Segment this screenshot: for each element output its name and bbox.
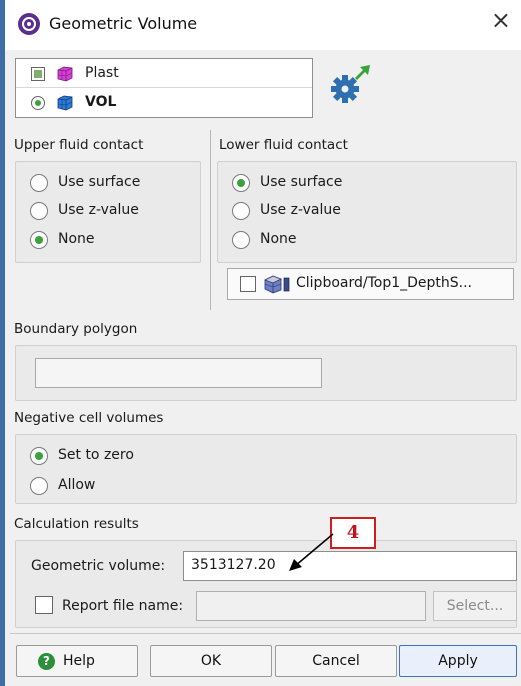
lower-use-surface-label: Use surface	[260, 174, 343, 190]
help-icon: ?	[38, 653, 55, 670]
button-bar-separator	[10, 633, 521, 634]
list-item-vol[interactable]: VOL	[16, 88, 312, 117]
upper-use-surface-label: Use surface	[58, 174, 141, 190]
lower-use-z-value-label: Use z-value	[260, 202, 341, 218]
upper-use-z-value-label: Use z-value	[58, 202, 139, 218]
gear-icon[interactable]	[325, 62, 373, 108]
set-to-zero-radio[interactable]	[30, 447, 48, 465]
grid-cube-icon	[57, 95, 73, 111]
lower-fluid-contact-title: Lower fluid contact	[219, 137, 348, 153]
object-list: Plast VOL	[15, 58, 313, 118]
geometric-volume-field[interactable]: 3513127.20	[183, 551, 517, 581]
allow-label: Allow	[58, 477, 96, 493]
surface-checkbox[interactable]	[240, 276, 256, 292]
geometric-volume-label: Geometric volume:	[31, 558, 166, 574]
lower-none-label: None	[260, 231, 297, 247]
upper-fluid-contact-title: Upper fluid contact	[14, 137, 144, 153]
allow-radio[interactable]	[30, 477, 48, 495]
report-file-label: Report file name:	[62, 598, 184, 614]
set-to-zero-label: Set to zero	[58, 447, 134, 463]
lower-use-surface-radio[interactable]	[232, 174, 250, 192]
boundary-polygon-title: Boundary polygon	[14, 321, 138, 337]
lower-fluid-contact-group: Use surface Use z-value None	[217, 161, 517, 263]
vol-radio[interactable]	[31, 96, 45, 110]
report-file-field[interactable]	[196, 591, 426, 621]
cancel-button[interactable]: Cancel	[275, 645, 397, 677]
boundary-polygon-drop-field[interactable]	[35, 358, 322, 388]
surface-drop-target[interactable]: Clipboard/Top1_DepthS...	[227, 268, 514, 300]
upper-none-radio[interactable]	[30, 231, 48, 249]
surface-label: Clipboard/Top1_DepthS...	[296, 275, 472, 291]
plast-label: Plast	[85, 65, 119, 81]
lower-none-radio[interactable]	[232, 231, 250, 249]
report-file-checkbox[interactable]	[35, 596, 53, 614]
vol-label: VOL	[85, 94, 117, 110]
ok-button[interactable]: OK	[150, 645, 272, 677]
window-title: Geometric Volume	[49, 14, 198, 33]
grid-cube-icon	[57, 66, 73, 82]
upper-fluid-contact-group: Use surface Use z-value None	[15, 161, 201, 263]
upper-none-label: None	[58, 231, 95, 247]
plast-checkbox[interactable]	[31, 67, 45, 81]
lower-use-z-value-radio[interactable]	[232, 202, 250, 220]
apply-button[interactable]: Apply	[399, 645, 517, 677]
vertical-divider	[210, 130, 211, 310]
calculation-results-title: Calculation results	[14, 516, 139, 532]
upper-use-z-value-radio[interactable]	[30, 202, 48, 220]
select-button[interactable]: Select...	[433, 591, 517, 621]
app-logo-icon	[18, 13, 40, 35]
geometric-volume-dialog: Geometric Volume × Plast VOL Upper fluid…	[5, 0, 521, 686]
surface-icon	[264, 275, 290, 294]
negative-cell-volumes-title: Negative cell volumes	[14, 410, 164, 426]
geometric-volume-value: 3513127.20	[191, 557, 276, 573]
help-button[interactable]: ? Help	[16, 645, 138, 677]
negative-cell-volumes-group: Set to zero Allow	[15, 434, 517, 504]
annotation-arrow-icon	[289, 533, 334, 571]
close-icon[interactable]: ×	[491, 8, 511, 32]
help-label: Help	[63, 653, 95, 669]
list-item-plast[interactable]: Plast	[16, 59, 312, 88]
title-bar: Geometric Volume ×	[5, 0, 521, 50]
upper-use-surface-radio[interactable]	[30, 174, 48, 192]
